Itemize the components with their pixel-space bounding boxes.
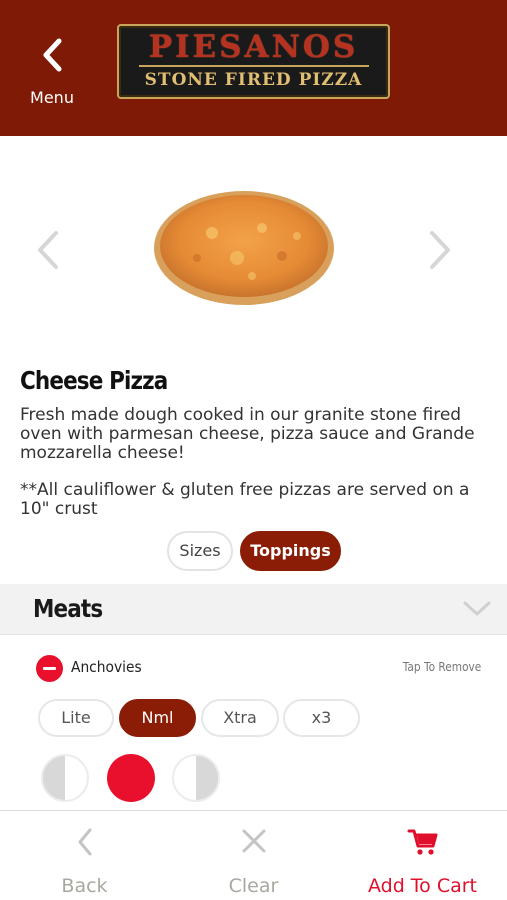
bottom-action-bar: Back Clear Add To Cart [0,810,507,900]
category-title: Meats [33,594,103,623]
pizza-image [154,191,334,305]
category-header-meats[interactable]: Meats [0,584,507,635]
amount-extra-button[interactable]: Xtra [201,699,279,737]
chevron-down-icon [463,601,491,616]
back-label: Back [61,875,108,897]
item-title: Cheese Pizza [20,366,168,395]
chevron-right-icon [430,231,450,269]
add-to-cart-label: Add To Cart [367,875,478,897]
carousel-next-button[interactable] [427,230,453,274]
menu-button[interactable]: Menu [22,38,82,108]
tap-to-remove-hint[interactable]: Tap To Remove [402,660,481,674]
close-icon [242,829,265,853]
menu-label: Menu [30,88,74,107]
carousel-prev-button[interactable] [35,230,61,274]
cart-icon [407,829,437,855]
logo-divider [138,65,369,67]
amount-triple-button[interactable]: x3 [283,699,360,737]
minus-circle-icon[interactable] [36,655,63,682]
topping-name: Anchovies [71,658,142,676]
placement-right-half-icon[interactable] [172,754,220,802]
clear-label: Clear [228,875,279,897]
tab-toppings[interactable]: Toppings [240,531,341,571]
app-header: Menu PIESANOS STONE FIRED PIZZA [0,0,507,136]
placement-left-half-icon[interactable] [41,754,89,802]
item-description: Fresh made dough cooked in our granite s… [20,405,475,463]
brand-logo: PIESANOS STONE FIRED PIZZA [117,24,390,99]
tab-sizes[interactable]: Sizes [167,531,233,571]
logo-title: PIESANOS [148,29,359,65]
back-button[interactable]: Back [0,811,169,900]
logo-subtitle: STONE FIRED PIZZA [144,70,363,90]
chevron-left-icon [43,38,62,72]
chevron-left-icon [78,828,91,856]
chevron-left-icon [38,231,58,269]
placement-whole-icon[interactable] [107,754,155,802]
amount-lite-button[interactable]: Lite [38,699,114,737]
clear-button[interactable]: Clear [169,811,338,900]
amount-normal-button[interactable]: Nml [119,699,196,737]
item-note: **All cauliflower & gluten free pizzas a… [20,480,470,519]
add-to-cart-button[interactable]: Add To Cart [338,811,507,900]
